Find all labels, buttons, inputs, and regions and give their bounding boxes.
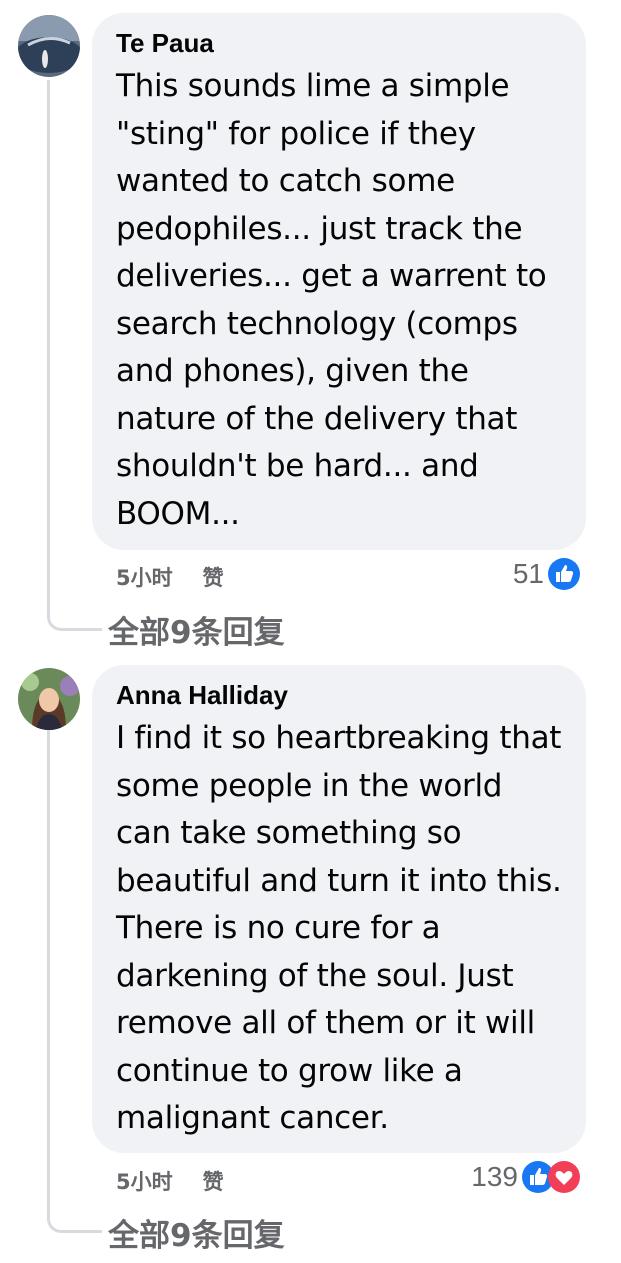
comment-text: I find it so heartbreaking that some peo…: [116, 720, 562, 1136]
comment-thread: Anna Halliday I find it so heartbreaking…: [0, 650, 621, 1263]
like-button[interactable]: 赞: [203, 1166, 224, 1196]
comment-text: This sounds lime a simple "sting" for po…: [116, 68, 547, 532]
reaction-count: 139: [471, 1161, 518, 1192]
like-button[interactable]: 赞: [203, 562, 224, 592]
view-replies-link[interactable]: 全部9条回复: [108, 607, 285, 652]
comment-thread: Te Paua This sounds lime a simple "sting…: [0, 0, 621, 652]
view-replies-link[interactable]: 全部9条回复: [108, 1210, 285, 1255]
author-name[interactable]: Anna Halliday: [116, 679, 566, 711]
author-name[interactable]: Te Paua: [116, 27, 566, 59]
avatar[interactable]: [18, 668, 80, 730]
comment-bubble: Anna Halliday I find it so heartbreaking…: [92, 665, 586, 1153]
reaction-summary[interactable]: 139: [471, 1161, 580, 1193]
comment-bubble: Te Paua This sounds lime a simple "sting…: [92, 13, 586, 550]
timestamp[interactable]: 5小时: [116, 1166, 173, 1196]
comment-meta: 5小时 赞: [116, 1166, 224, 1196]
avatar-image: [18, 15, 80, 77]
like-icon: [548, 558, 580, 590]
comment-meta: 5小时 赞: [116, 562, 224, 592]
reaction-count: 51: [512, 558, 544, 589]
timestamp[interactable]: 5小时: [116, 562, 173, 592]
reaction-summary[interactable]: 51: [513, 558, 580, 590]
love-icon: [548, 1161, 580, 1193]
avatar[interactable]: [18, 15, 80, 77]
avatar-image: [18, 668, 80, 730]
